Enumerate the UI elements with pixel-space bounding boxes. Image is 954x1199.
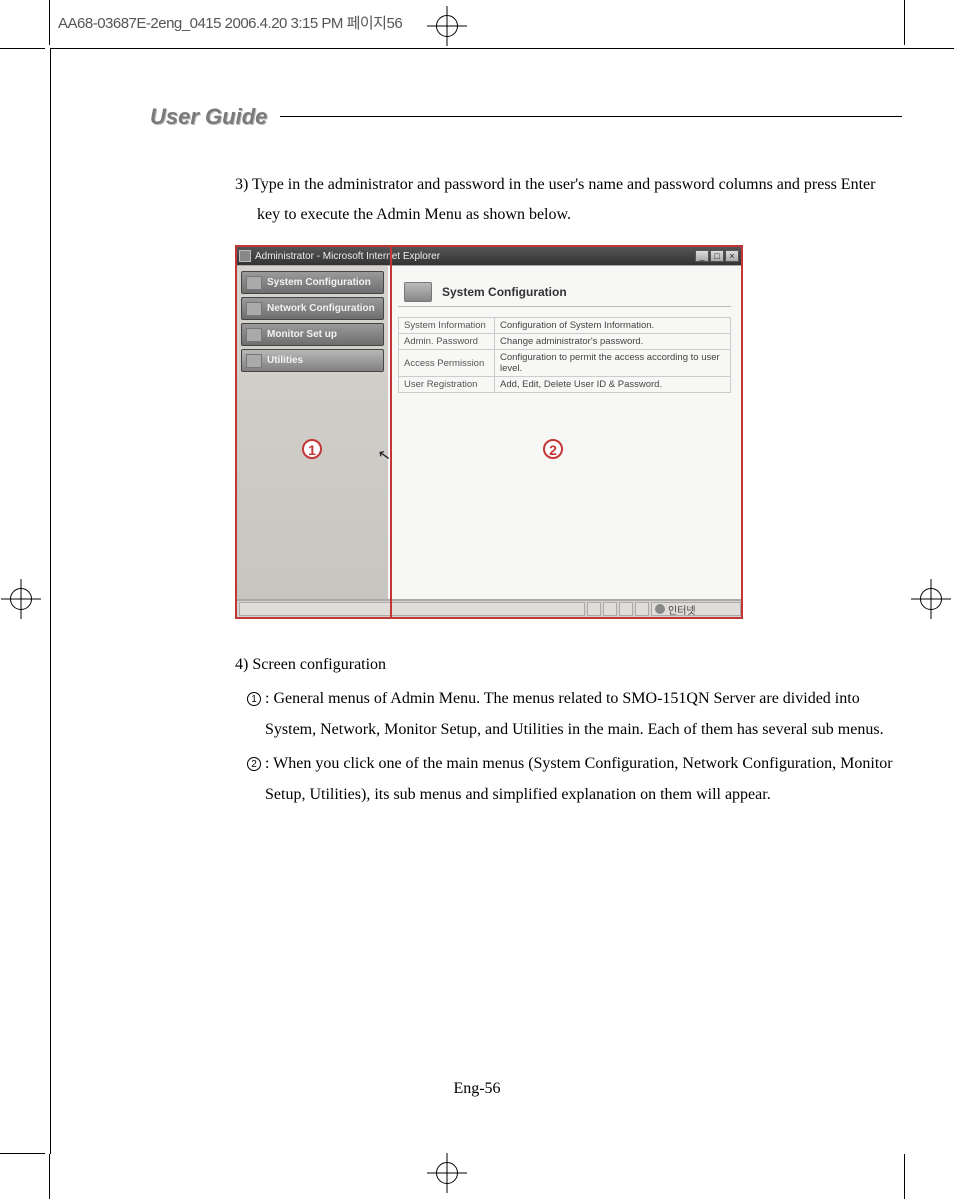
item-text: : When you click one of the main menus (… (265, 749, 895, 810)
cfg-key[interactable]: System Information (399, 318, 495, 334)
network-icon (246, 302, 262, 316)
section-rule (280, 116, 902, 117)
cfg-key[interactable]: User Registration (399, 377, 495, 393)
print-job-header: AA68-03687E-2eng_0415 2006.4.20 3:15 PM … (58, 12, 402, 33)
internet-icon (655, 604, 665, 614)
sidebar-item-system-config[interactable]: System Configuration (241, 271, 384, 294)
step-4-heading: 4) Screen configuration (235, 650, 895, 680)
sidebar-label: Network Configuration (267, 303, 375, 314)
crop-left-h (0, 48, 45, 49)
table-row: Admin. Password Change administrator's p… (399, 334, 731, 350)
sidebar-item-network-config[interactable]: Network Configuration (241, 297, 384, 320)
minimize-button[interactable]: _ (695, 250, 709, 262)
cfg-desc: Configuration to permit the access accor… (495, 350, 731, 377)
status-zone: 인터넷 (651, 602, 741, 616)
register-left (10, 588, 32, 610)
cfg-desc: Change administrator's password. (495, 334, 731, 350)
cfg-key[interactable]: Admin. Password (399, 334, 495, 350)
panel-header: System Configuration (398, 278, 731, 307)
config-table: System Information Configuration of Syst… (398, 317, 731, 393)
list-item: 1 : General menus of Admin Menu. The men… (235, 684, 895, 745)
item-text: : General menus of Admin Menu. The menus… (265, 684, 895, 745)
status-bar: 인터넷 (237, 600, 741, 617)
panel-title: System Configuration (442, 285, 567, 299)
register-top (436, 15, 458, 37)
status-cell (619, 602, 633, 616)
cfg-key[interactable]: Access Permission (399, 350, 495, 377)
crop-left-v (49, 0, 50, 45)
crop-bl-h (0, 1153, 45, 1154)
maximize-button[interactable]: □ (710, 250, 724, 262)
crop-br-v (904, 1154, 905, 1199)
crop-right-v (904, 0, 905, 45)
cfg-desc: Add, Edit, Delete User ID & Password. (495, 377, 731, 393)
window-titlebar: Administrator - Microsoft Internet Explo… (237, 247, 741, 265)
crop-bl-v (49, 1154, 50, 1199)
table-row: User Registration Add, Edit, Delete User… (399, 377, 731, 393)
status-cell (603, 602, 617, 616)
sidebar-label: Utilities (267, 355, 303, 366)
list-item: 2 : When you click one of the main menus… (235, 749, 895, 810)
callout-2: 2 (543, 439, 563, 459)
register-bottom (436, 1162, 458, 1184)
close-button[interactable]: × (725, 250, 739, 262)
sidebar-item-utilities[interactable]: Utilities (241, 349, 384, 372)
sidebar: System Configuration Network Configurati… (237, 266, 388, 599)
step-4-block: 4) Screen configuration 1 : General menu… (235, 650, 895, 810)
window-title: Administrator - Microsoft Internet Explo… (255, 251, 440, 262)
display-icon (246, 328, 262, 342)
item-marker: 1 (235, 684, 265, 714)
callout-1: 1 (302, 439, 322, 459)
cfg-desc: Configuration of System Information. (495, 318, 731, 334)
sidebar-label: Monitor Set up (267, 329, 337, 340)
screenshot-divider (390, 245, 392, 619)
sidebar-label: System Configuration (267, 277, 371, 288)
sidebar-item-monitor-setup[interactable]: Monitor Set up (241, 323, 384, 346)
item-marker: 2 (235, 749, 265, 779)
tools-icon (246, 354, 262, 368)
status-cell (587, 602, 601, 616)
body-text: 3) Type in the administrator and passwor… (235, 170, 895, 241)
config-icon (404, 282, 432, 302)
admin-screenshot: Administrator - Microsoft Internet Explo… (235, 245, 743, 619)
step-3-text: 3) Type in the administrator and passwor… (235, 170, 895, 231)
register-right (920, 588, 942, 610)
status-cell (635, 602, 649, 616)
table-row: System Information Configuration of Syst… (399, 318, 731, 334)
ie-icon (239, 250, 251, 262)
page-number: Eng-56 (0, 1080, 954, 1098)
content-panel: System Configuration System Information … (388, 266, 741, 599)
monitor-icon (246, 276, 262, 290)
status-zone-text: 인터넷 (668, 602, 696, 617)
table-row: Access Permission Configuration to permi… (399, 350, 731, 377)
section-title: User Guide (150, 104, 267, 130)
status-cell (239, 602, 585, 616)
